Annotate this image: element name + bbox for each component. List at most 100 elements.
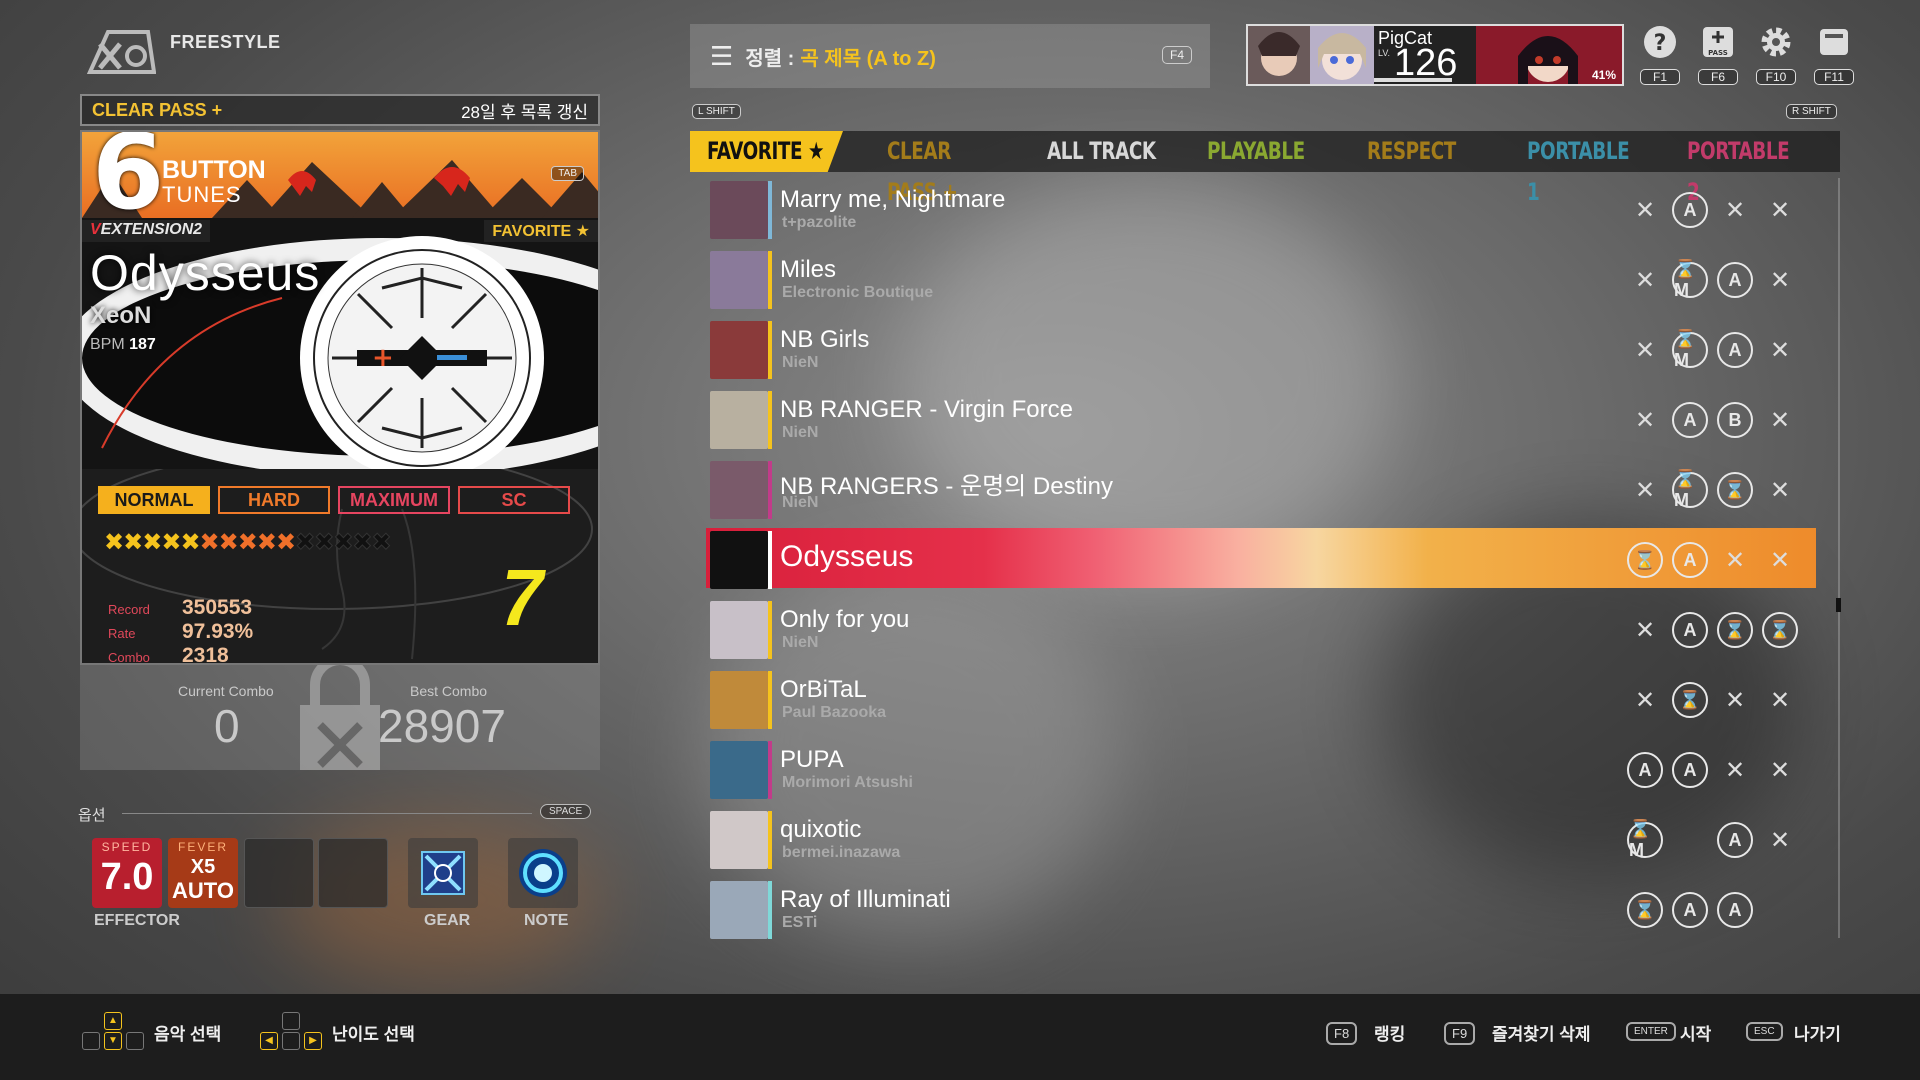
song-row[interactable]: Ray of Illuminati ESTi ⌛ A A xyxy=(706,878,1816,940)
no-clear-icon: ✕ xyxy=(1769,196,1791,224)
song-row[interactable]: PUPA Morimori Atsushi A A ✕ ✕ xyxy=(706,738,1816,800)
button-label: BUTTON xyxy=(162,156,266,184)
speed-option[interactable]: SPEED 7.0 xyxy=(92,838,162,908)
song-color-bar xyxy=(768,321,772,379)
enter-key[interactable]: ENTER xyxy=(1626,1022,1676,1041)
level-stars: ✖✖✖✖✖✖✖✖✖✖✖✖✖✖✖ xyxy=(104,528,392,557)
combo-label: Combo xyxy=(108,650,150,665)
no-clear-icon: ✕ xyxy=(1634,196,1656,224)
difficulty-normal[interactable]: NORMAL xyxy=(98,486,210,514)
no-clear-icon: ✕ xyxy=(1724,546,1746,574)
song-list-scrollbar[interactable] xyxy=(1838,178,1840,938)
tab-clear-pass[interactable]: CLEAR PASS + xyxy=(870,131,1006,206)
song-row[interactable]: NB Girls NieN ✕ ⌛M A ✕ xyxy=(706,318,1816,380)
speed-value: 7.0 xyxy=(100,856,154,898)
song-title: Odysseus xyxy=(780,540,914,573)
level-star: ✖ xyxy=(199,529,220,556)
note-label: NOTE xyxy=(524,912,569,929)
song-row[interactable]: quixotic bermei.inazawa ⌛M A ✕ xyxy=(706,808,1816,870)
sort-label: 정렬 : xyxy=(745,47,795,70)
song-row[interactable]: NB RANGER - Virgin Force NieN ✕ A B ✕ xyxy=(706,388,1816,450)
tab-key[interactable]: TAB xyxy=(551,166,584,181)
level-star: ✖ xyxy=(295,529,316,557)
song-title: Marry me, Nightmare xyxy=(780,186,1006,213)
space-key[interactable]: SPACE xyxy=(540,804,592,819)
scrollbar-thumb[interactable] xyxy=(1836,598,1841,612)
tab-all-track[interactable]: ALL TRACK xyxy=(1030,131,1166,172)
level-star: ✖ xyxy=(123,529,143,556)
difficulty-marks: ⌛M A ✕ xyxy=(1627,819,1798,860)
f8-key[interactable]: F8 xyxy=(1326,1022,1358,1045)
pass-button[interactable]: PASS F6 xyxy=(1696,24,1740,85)
song-row[interactable]: NB RANGERS - 운명의 Destiny NieN ✕ ⌛M ⌛ ✕ xyxy=(706,458,1816,520)
tab-respect[interactable]: RESPECT xyxy=(1350,131,1486,172)
clear-mark-icon: ⌛ xyxy=(1762,612,1798,648)
difficulty-hard[interactable]: HARD xyxy=(218,486,330,514)
note-skin-icon xyxy=(519,849,567,897)
fever-option[interactable]: FEVER X5 AUTO xyxy=(168,838,238,908)
button-tunes-banner[interactable]: 6 BUTTON TUNES TAB xyxy=(82,132,598,218)
combo-panel: Current Combo 0 Best Combo 28907 xyxy=(80,665,600,770)
song-row[interactable]: Marry me, Nightmare t+pazolite ✕ A ✕ ✕ xyxy=(706,178,1816,240)
gear-option[interactable] xyxy=(408,838,478,908)
song-title: NB RANGERS - 운명의 Destiny xyxy=(780,473,1113,500)
empty-option-slot[interactable] xyxy=(244,838,314,908)
song-row[interactable]: Miles Electronic Boutique ✕ ⌛M A ✕ xyxy=(706,248,1816,310)
game-logo-icon xyxy=(86,30,156,74)
card-button[interactable]: F11 xyxy=(1812,24,1856,85)
start-label[interactable]: 시작 xyxy=(1680,1020,1711,1045)
no-clear-icon: ✕ xyxy=(1634,406,1656,434)
gear-label: GEAR xyxy=(424,912,471,929)
song-artist: NieN xyxy=(782,494,819,511)
difficulty-sc[interactable]: SC xyxy=(458,486,570,514)
current-combo-value: 0 xyxy=(214,700,240,752)
fever-mode: AUTO xyxy=(172,878,234,903)
no-clear-icon: ✕ xyxy=(1634,266,1656,294)
no-clear-icon: ✕ xyxy=(1769,406,1791,434)
ranking-label[interactable]: 랭킹 xyxy=(1374,1020,1405,1045)
exit-label[interactable]: 나가기 xyxy=(1794,1020,1841,1045)
help-button[interactable]: ? F1 xyxy=(1638,24,1682,85)
fever-title: FEVER xyxy=(177,840,228,854)
tab-favorite[interactable]: FAVORITE ★ xyxy=(690,131,843,172)
down-arrow-key: ▼ xyxy=(104,1032,122,1050)
help-key: F1 xyxy=(1640,69,1680,85)
clear-mark-icon: A xyxy=(1672,542,1708,578)
difficulty-marks: ✕ A B ✕ xyxy=(1627,402,1798,438)
song-row[interactable]: OrBiTaL Paul Bazooka ✕ ⌛ ✕ ✕ xyxy=(706,668,1816,730)
song-color-bar xyxy=(768,671,772,729)
right-shift-key[interactable]: R SHIFT xyxy=(1786,104,1837,119)
f9-key[interactable]: F9 xyxy=(1444,1022,1476,1045)
sort-selector[interactable]: ☰ 정렬 : 곡 제목 (A to Z) F4 xyxy=(690,24,1210,88)
difficulty-marks: ✕ A ✕ ✕ xyxy=(1627,192,1798,228)
tunes-label: TUNES xyxy=(162,182,242,207)
left-shift-key[interactable]: L SHIFT xyxy=(692,104,741,119)
level-star: ✖ xyxy=(333,529,354,557)
tab-playable[interactable]: PLAYABLE xyxy=(1190,131,1326,172)
esc-key[interactable]: ESC xyxy=(1746,1022,1783,1041)
options-divider xyxy=(122,813,532,814)
level-star: ✖ xyxy=(275,529,296,556)
song-jacket-thumbnail xyxy=(710,741,768,799)
song-row[interactable]: Only for you NieN ✕ A ⌛ ⌛ xyxy=(706,598,1816,660)
difficulty-maximum[interactable]: MAXIMUM xyxy=(338,486,450,514)
tab-portable-2[interactable]: PORTABLE 2 xyxy=(1670,131,1806,206)
best-combo-value: 28907 xyxy=(378,700,506,752)
song-artist: t+pazolite xyxy=(782,214,857,231)
remove-favorite-label[interactable]: 즐겨찾기 삭제 xyxy=(1492,1020,1591,1045)
empty-option-slot[interactable] xyxy=(318,838,388,908)
combo-value: 2318 xyxy=(182,644,229,665)
player-profile[interactable]: PigCat LV. 126 41% xyxy=(1246,24,1624,86)
difficulty-marks: ✕ A ⌛ ⌛ xyxy=(1627,612,1798,648)
song-color-bar xyxy=(768,251,772,309)
note-option[interactable] xyxy=(508,838,578,908)
right-arrow-key: ▶ xyxy=(304,1032,322,1050)
no-clear-icon: ✕ xyxy=(1769,476,1791,504)
empty-mark xyxy=(1672,822,1708,858)
song-row-selected[interactable]: Odysseus ⌛ A ✕ ✕ xyxy=(706,528,1816,589)
settings-button[interactable]: F10 xyxy=(1754,24,1798,85)
clear-mark-icon: ⌛ xyxy=(1717,472,1753,508)
tab-portable-1[interactable]: PORTABLE 1 xyxy=(1510,131,1646,206)
fever-multiplier: X5 xyxy=(190,856,216,878)
music-select-label: 음악 선택 xyxy=(154,1025,222,1044)
